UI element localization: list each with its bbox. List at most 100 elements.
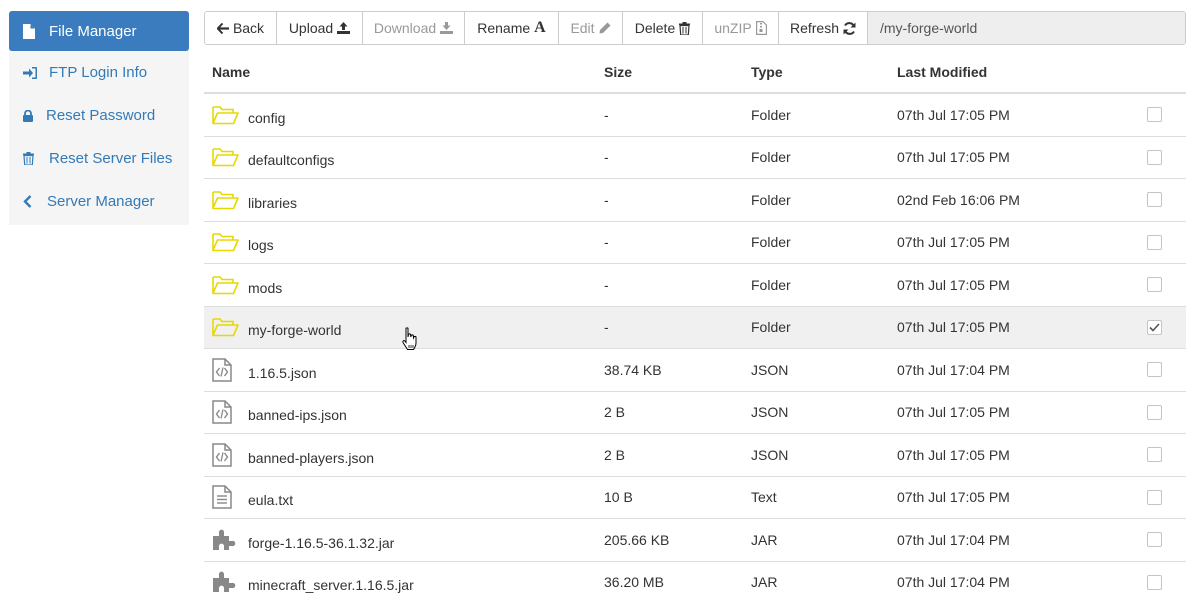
row-select-cell — [1147, 574, 1186, 590]
file-modified-cell: 07th Jul 17:05 PM — [897, 446, 1010, 463]
zip-file-icon — [755, 21, 767, 35]
row-checkbox[interactable] — [1147, 149, 1162, 165]
table-row[interactable]: banned-players.json 2 B JSON 07th Jul 17:05… — [204, 434, 1186, 477]
file-name-cell: banned-ips.json — [204, 400, 604, 424]
column-header-size[interactable]: Size — [604, 64, 751, 80]
table-row[interactable]: banned-ips.json 2 B JSON 07th Jul 17:05 PM — [204, 392, 1186, 434]
text-file-icon — [212, 485, 248, 509]
rename-button[interactable]: Rename A — [465, 12, 559, 44]
chevron-left-icon — [23, 195, 47, 208]
row-select-cell — [1147, 277, 1186, 293]
arrow-left-icon — [216, 22, 229, 34]
row-checkbox[interactable] — [1147, 404, 1162, 420]
row-checkbox[interactable] — [1147, 447, 1162, 463]
file-modified-cell: 07th Jul 17:04 PM — [897, 361, 1010, 378]
row-checkbox[interactable] — [1147, 234, 1162, 250]
file-type-cell: Folder — [751, 319, 791, 336]
file-size-cell: 2 B — [604, 404, 626, 421]
row-select-cell — [1147, 489, 1186, 505]
sidebar: File Manager FTP Login Info Reset Passwo… — [9, 11, 189, 225]
file-name-link[interactable]: my-forge-world — [248, 322, 341, 338]
refresh-button[interactable]: Refresh — [779, 12, 868, 44]
edit-button[interactable]: Edit — [559, 12, 623, 44]
edit-button-label: Edit — [570, 20, 595, 36]
row-checkbox[interactable] — [1147, 362, 1162, 378]
row-select-cell — [1147, 192, 1186, 208]
file-name-link[interactable]: config — [248, 110, 285, 126]
code-file-icon — [212, 443, 248, 467]
row-checkbox[interactable] — [1147, 319, 1162, 335]
table-row[interactable]: logs - Folder 07th Jul 17:05 PM — [204, 222, 1186, 264]
column-header-last-modified[interactable]: Last Modified — [897, 64, 1147, 80]
column-header-name[interactable]: Name — [204, 64, 604, 80]
row-checkbox[interactable] — [1147, 574, 1162, 590]
code-file-icon — [212, 400, 248, 424]
file-name-link[interactable]: forge-1.16.5-36.1.32.jar — [248, 535, 394, 551]
sidebar-item-ftp-login-info[interactable]: FTP Login Info — [9, 51, 189, 94]
sidebar-item-label: Server Manager — [47, 193, 155, 210]
file-name-cell: libraries — [204, 189, 604, 211]
file-name-link[interactable]: logs — [248, 237, 274, 253]
file-modified-cell: 07th Jul 17:05 PM — [897, 489, 1010, 506]
file-name-link[interactable]: mods — [248, 280, 282, 296]
file-icon — [23, 23, 49, 39]
table-row[interactable]: 1.16.5.json 38.74 KB JSON 07th Jul 17:04 PM — [204, 349, 1186, 392]
table-body: config - Folder 07th Jul 17:05 PM defaultcon… — [204, 94, 1186, 600]
file-type-cell: Folder — [751, 191, 791, 208]
file-modified-cell: 07th Jul 17:04 PM — [897, 574, 1010, 591]
unzip-button[interactable]: unZIP — [703, 12, 779, 44]
file-name-link[interactable]: defaultconfigs — [248, 152, 334, 168]
file-name-cell: forge-1.16.5-36.1.32.jar — [204, 529, 604, 551]
file-name-cell: 1.16.5.json — [204, 358, 604, 382]
table-row[interactable]: eula.txt 10 B Text 07th Jul 17:05 PM — [204, 477, 1186, 519]
row-checkbox[interactable] — [1147, 277, 1162, 293]
table-header: Name Size Type Last Modified — [204, 52, 1186, 94]
table-row[interactable]: libraries - Folder 02nd Feb 16:06 PM — [204, 179, 1186, 222]
file-modified-cell: 07th Jul 17:04 PM — [897, 531, 1010, 548]
row-checkbox[interactable] — [1147, 489, 1162, 505]
file-name-link[interactable]: libraries — [248, 195, 297, 211]
file-name-link[interactable]: banned-ips.json — [248, 407, 347, 423]
sidebar-item-server-manager[interactable]: Server Manager — [9, 180, 189, 223]
table-row[interactable]: minecraft_server.1.16.5.jar 36.20 MB JAR 07… — [204, 562, 1186, 600]
file-name-cell: mods — [204, 274, 604, 296]
row-select-cell — [1147, 319, 1186, 335]
row-checkbox[interactable] — [1147, 107, 1162, 123]
file-name-cell: logs — [204, 231, 604, 253]
file-modified-cell: 07th Jul 17:05 PM — [897, 276, 1010, 293]
file-size-cell: - — [604, 106, 609, 123]
file-name-link[interactable]: eula.txt — [248, 492, 293, 508]
sidebar-item-label: Reset Password — [46, 107, 156, 124]
font-icon: A — [534, 19, 546, 36]
download-button[interactable]: Download — [363, 12, 465, 44]
table-row[interactable]: defaultconfigs - Folder 07th Jul 17:05 PM — [204, 137, 1186, 179]
sidebar-item-file-manager[interactable]: File Manager — [9, 11, 189, 51]
file-table: Name Size Type Last Modified config - Fold… — [204, 52, 1186, 600]
table-row[interactable]: config - Folder 07th Jul 17:05 PM — [204, 94, 1186, 137]
file-name-cell: defaultconfigs — [204, 146, 604, 168]
rename-button-label: Rename — [477, 20, 531, 36]
file-name-link[interactable]: 1.16.5.json — [248, 365, 317, 381]
table-row[interactable]: forge-1.16.5-36.1.32.jar 205.66 KB JAR 07th… — [204, 519, 1186, 562]
sidebar-item-reset-server-files[interactable]: Reset Server Files — [9, 137, 189, 180]
column-header-type[interactable]: Type — [751, 64, 897, 80]
current-path: /my-forge-world — [868, 12, 1185, 44]
file-name-cell: banned-players.json — [204, 443, 604, 467]
back-button[interactable]: Back — [205, 12, 277, 44]
hand-cursor-icon — [401, 327, 419, 356]
table-row[interactable]: mods - Folder 07th Jul 17:05 PM — [204, 264, 1186, 307]
row-checkbox[interactable] — [1147, 532, 1162, 548]
file-modified-cell: 07th Jul 17:05 PM — [897, 319, 1010, 336]
upload-button[interactable]: Upload — [277, 12, 363, 44]
table-row[interactable]: my-forge-world - Folder 07th Jul 17:05 PM — [204, 306, 1186, 349]
folder-icon — [212, 232, 248, 252]
file-size-cell: 2 B — [604, 446, 626, 463]
file-name-cell: eula.txt — [204, 485, 604, 509]
row-checkbox[interactable] — [1147, 192, 1162, 208]
row-select-cell — [1147, 234, 1186, 250]
file-name-link[interactable]: minecraft_server.1.16.5.jar — [248, 577, 414, 593]
toolbar: Back Upload Download Rename A Edit Delet… — [204, 11, 1186, 45]
delete-button[interactable]: Delete — [623, 12, 703, 44]
sidebar-item-reset-password[interactable]: Reset Password — [9, 94, 189, 137]
file-name-link[interactable]: banned-players.json — [248, 450, 374, 466]
